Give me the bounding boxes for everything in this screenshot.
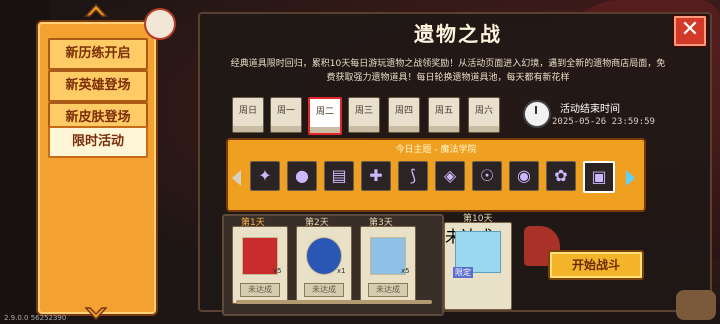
- start-battle-button[interactable]: 开始战斗: [548, 250, 644, 280]
- clock-icon: [523, 100, 551, 128]
- reward-card-day3[interactable]: 第3天 x5 未达成: [360, 218, 416, 304]
- reward-status: 未达成: [304, 283, 344, 297]
- day-label: 周日: [238, 106, 257, 116]
- reward-day-label: 第3天: [369, 218, 393, 228]
- page-title: 遗物之战: [414, 22, 502, 46]
- day-tab-fri[interactable]: 周五: [428, 97, 460, 133]
- book-relic-icon[interactable]: ▤: [324, 161, 354, 191]
- reward-card-day1[interactable]: 第1天 x5 未达成: [232, 218, 288, 304]
- theme-label: 今日主题 - 魔法学院: [395, 145, 477, 155]
- mascot-icon: [144, 8, 176, 40]
- close-button[interactable]: ✕: [672, 14, 708, 48]
- day-tab-sun[interactable]: 周日: [232, 97, 264, 133]
- ring-relic-icon[interactable]: ✿: [546, 161, 576, 191]
- day-tab-mon[interactable]: 周一: [270, 97, 302, 133]
- version-text: 2.9.0.0 56252390: [4, 314, 67, 322]
- sidebar-item-limited-event[interactable]: 限时活动: [48, 126, 148, 158]
- reward-day-label: 第1天: [241, 218, 265, 228]
- cross-relic-icon[interactable]: ✚: [361, 161, 391, 191]
- reward-card-day2[interactable]: 第2天 x1 未达成: [296, 218, 352, 304]
- day-label: 周六: [474, 106, 493, 116]
- reward-day-label: 第2天: [305, 218, 329, 228]
- blade-relic-icon[interactable]: ⟆: [398, 161, 428, 191]
- event-description: 经典道具限时回归，累积10天每日游玩遗物之战领奖励！从活动页面进入幻境，遇到全新…: [230, 59, 666, 83]
- day-tab-wed[interactable]: 周三: [348, 97, 380, 133]
- chevron-down-icon[interactable]: [84, 306, 108, 322]
- orb-relic-icon[interactable]: ●: [287, 161, 317, 191]
- day-tab-thu[interactable]: 周四: [388, 97, 420, 133]
- sidebar: 新历练开启 新英雄登场 新皮肤登场 限时活动: [36, 20, 158, 316]
- chest-relic-icon[interactable]: ▣: [583, 161, 615, 193]
- reward-status: 未达成: [368, 283, 408, 297]
- reward-count: x5: [273, 267, 282, 275]
- day-label: 周三: [354, 106, 373, 116]
- mascot-corner-icon: [676, 290, 716, 320]
- reward-card-day10[interactable]: 第10天 限定 未达成: [444, 214, 512, 310]
- limited-tag: 限定: [453, 267, 473, 278]
- reward-status: 未达成: [240, 283, 280, 297]
- sidebar-item-new-hero[interactable]: 新英雄登场: [48, 70, 148, 102]
- jar-relic-icon[interactable]: ◈: [435, 161, 465, 191]
- reward-day-label: 第10天: [463, 214, 493, 224]
- strip-scrollbar[interactable]: [236, 300, 432, 304]
- day-label: 周一: [276, 106, 295, 116]
- reward-count: x5: [401, 267, 410, 275]
- bomb-relic-icon[interactable]: ◉: [509, 161, 539, 191]
- timer-label: 活动结束时间: [560, 104, 620, 115]
- arrow-right-icon[interactable]: [626, 170, 635, 186]
- day-label: 周四: [394, 106, 413, 116]
- day-label: 周五: [434, 106, 453, 116]
- chevron-up-icon[interactable]: [84, 2, 108, 18]
- arrow-left-icon[interactable]: [232, 170, 241, 186]
- sidebar-item-new-trial[interactable]: 新历练开启: [48, 38, 148, 70]
- timer-date: 2025-05-26 23:59:59: [552, 117, 655, 127]
- chalice-relic-icon[interactable]: ☉: [472, 161, 502, 191]
- reward-count: x1: [337, 267, 346, 275]
- sparkle-relic-icon[interactable]: ✦: [250, 161, 280, 191]
- day-label: 周二: [315, 107, 334, 117]
- day-tab-sat[interactable]: 周六: [468, 97, 500, 133]
- day-tab-tue[interactable]: 周二: [308, 97, 342, 135]
